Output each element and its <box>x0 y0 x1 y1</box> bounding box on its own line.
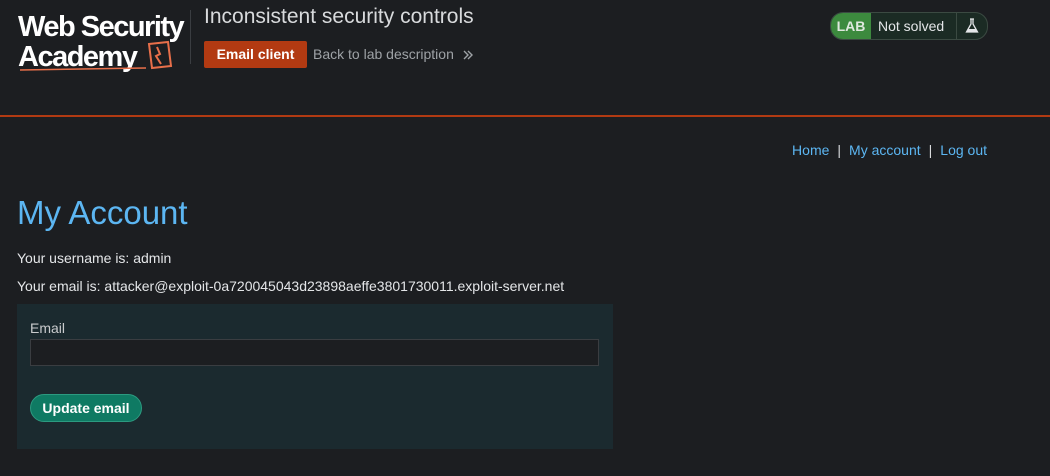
nav-home-link[interactable]: Home <box>792 142 829 158</box>
update-email-button[interactable]: Update email <box>30 394 142 422</box>
logo-divider <box>190 10 191 64</box>
flask-icon-wrapper <box>956 13 987 39</box>
nav-my-account-link[interactable]: My account <box>849 142 921 158</box>
change-email-form: Email Update email <box>17 304 613 449</box>
nav-log-out-link[interactable]: Log out <box>940 142 987 158</box>
header: Web Security Academy Inconsistent securi… <box>0 0 1050 117</box>
logo-line1: Web Security <box>18 11 185 43</box>
lightning-icon-bolt <box>154 46 162 65</box>
email-field-label: Email <box>30 320 66 336</box>
back-to-lab-label: Back to lab description <box>313 46 454 62</box>
lab-title: Inconsistent security controls <box>204 5 474 28</box>
logo-line2: Academy <box>18 41 138 72</box>
flask-icon <box>965 18 979 33</box>
email-field[interactable] <box>30 339 599 366</box>
lab-state: Not solved <box>878 18 945 34</box>
username-text: Your username is: admin <box>17 250 172 266</box>
page-title: My Account <box>17 194 188 231</box>
lab-status-widget: LAB Not solved <box>830 12 988 40</box>
nav-separator: | <box>928 142 933 158</box>
web-security-academy-logo[interactable]: Web Security Academy <box>18 8 190 72</box>
nav-separator: | <box>837 142 842 158</box>
email-client-button[interactable]: Email client <box>204 41 307 68</box>
double-chevron-right-icon <box>463 50 473 60</box>
lab-badge: LAB <box>831 13 871 39</box>
email-text: Your email is: attacker@exploit-0a720045… <box>17 278 565 294</box>
back-to-lab-link[interactable]: Back to lab description <box>313 46 474 62</box>
account-nav: Home | My account | Log out <box>792 142 987 158</box>
